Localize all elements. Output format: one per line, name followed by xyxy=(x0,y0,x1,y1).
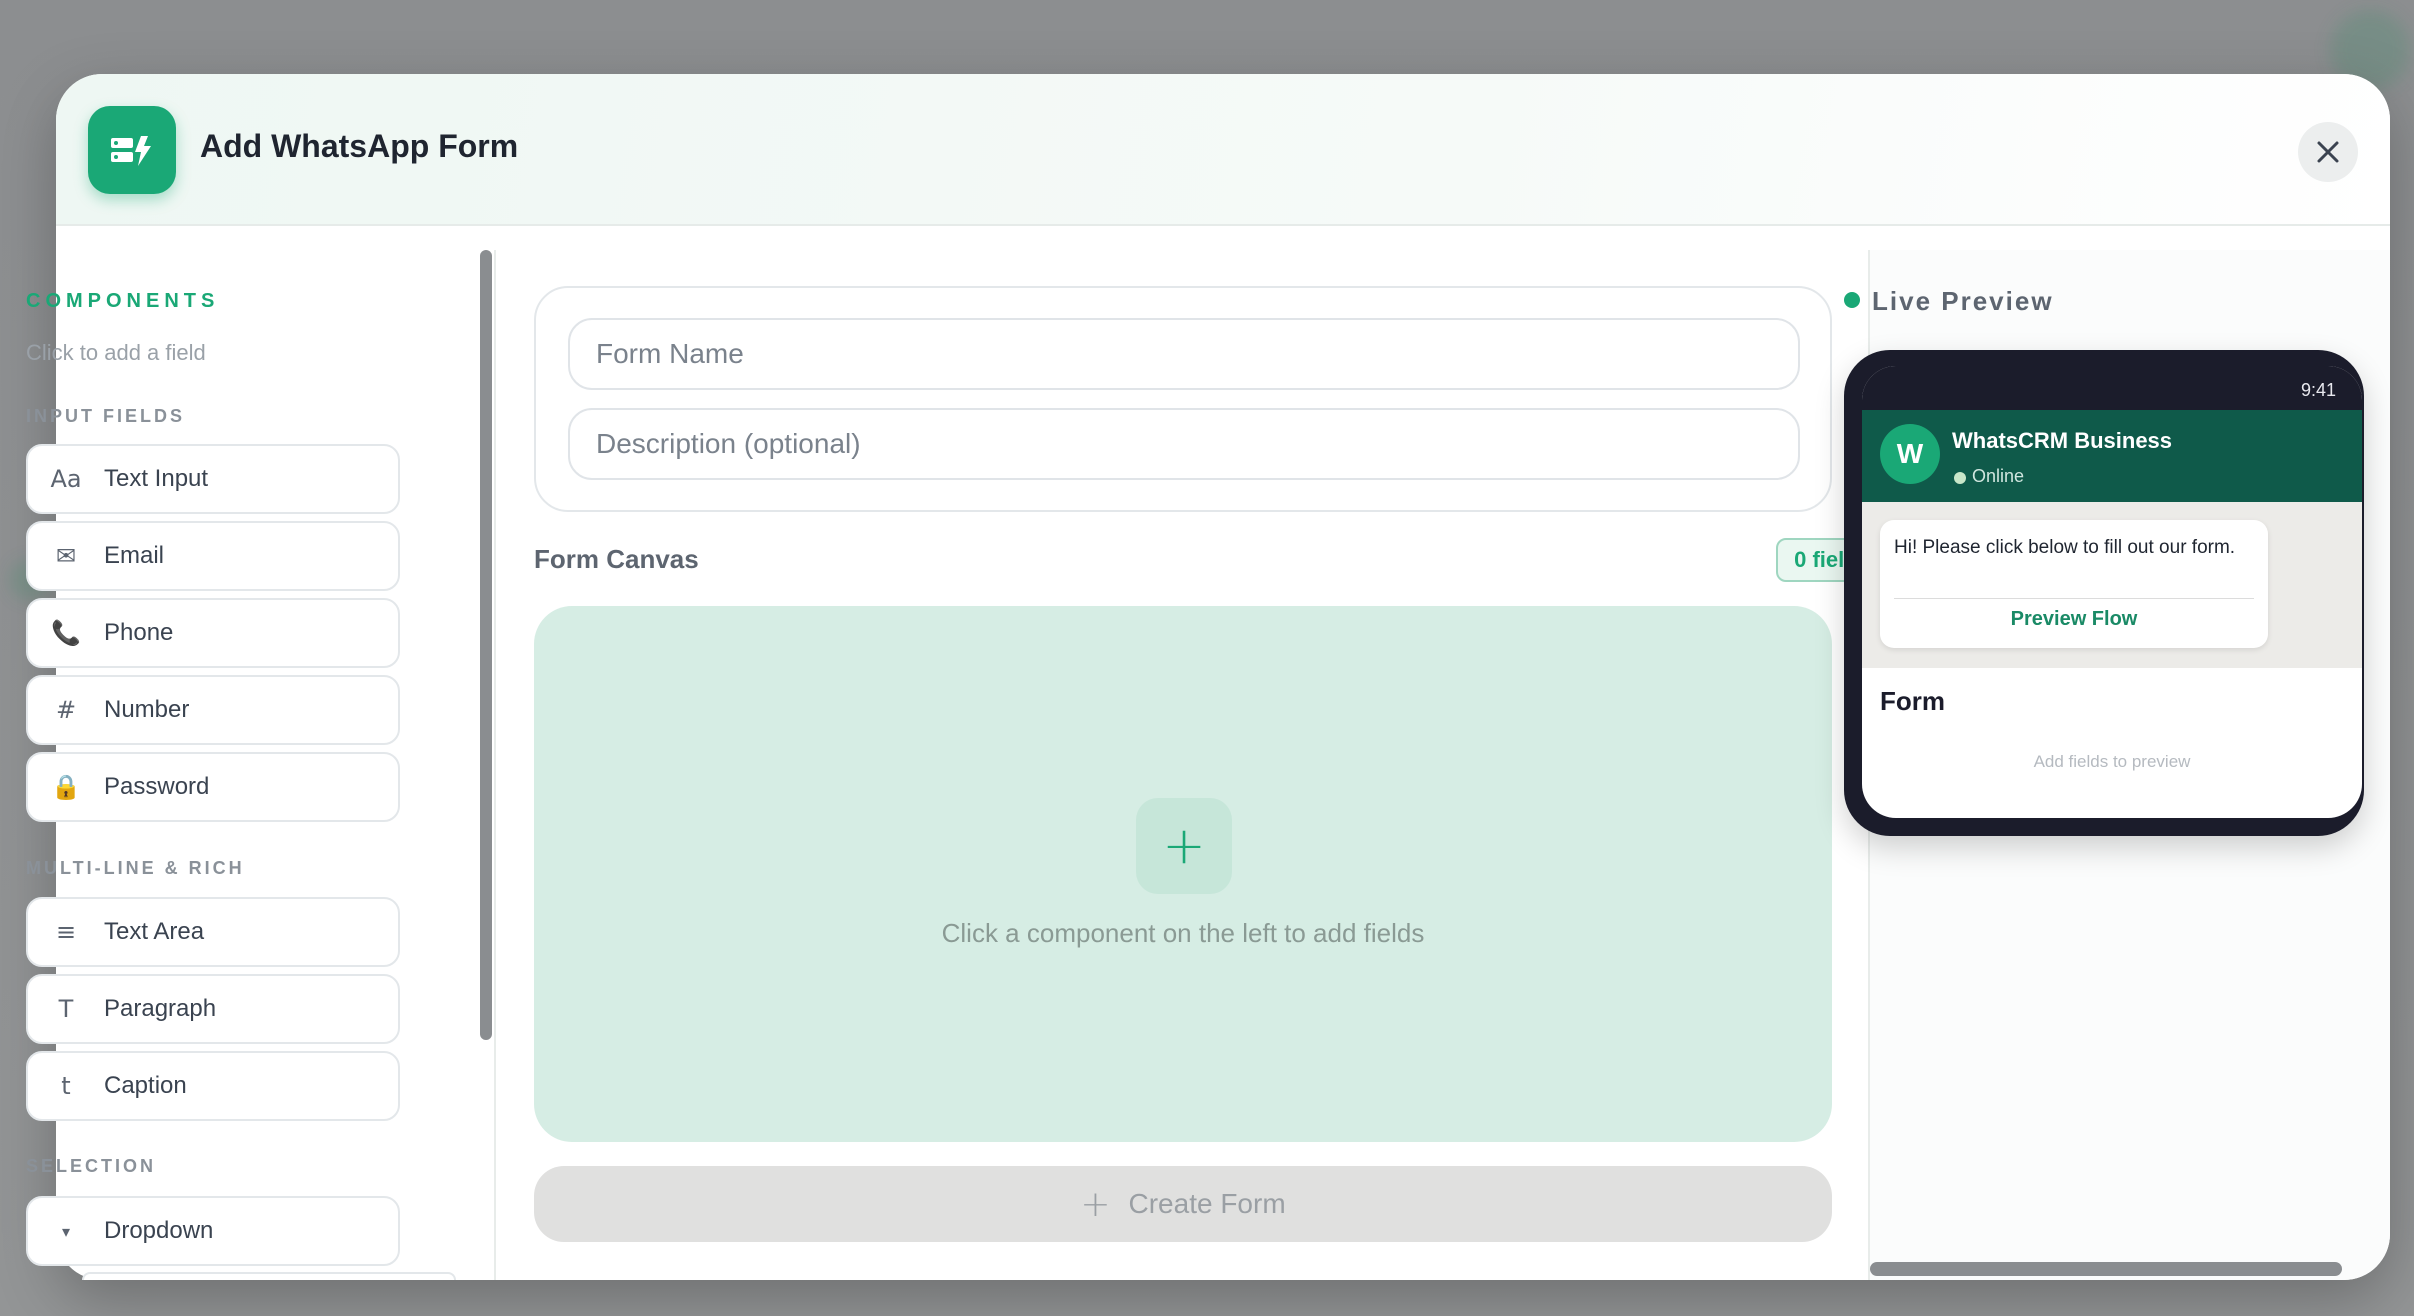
message-bubble: Hi! Please click below to fill out our f… xyxy=(1880,520,2268,648)
paragraph-icon: T xyxy=(58,995,74,1023)
group-label-multiline-rich: MULTI-LINE & RICH xyxy=(26,858,245,878)
sidebar-scrollbar[interactable] xyxy=(480,250,492,1040)
component-label: Password xyxy=(104,773,210,800)
group-label-input-fields: INPUT FIELDS xyxy=(26,406,186,426)
caption-icon: t xyxy=(61,1072,71,1100)
group-label-selection: SELECTION xyxy=(26,1156,157,1176)
components-heading: COMPONENTS xyxy=(26,290,220,312)
form-name-input[interactable] xyxy=(568,318,1800,390)
component-label: Email xyxy=(104,542,165,569)
component-number[interactable]: # Number xyxy=(26,675,400,745)
component-label: Paragraph xyxy=(104,995,217,1022)
chat-area: Hi! Please click below to fill out our f… xyxy=(1862,502,2362,668)
number-icon: # xyxy=(55,696,77,724)
message-text: Hi! Please click below to fill out our f… xyxy=(1894,537,2236,558)
close-icon xyxy=(2317,141,2339,163)
component-password[interactable]: 🔒 Password xyxy=(26,752,400,822)
component-partial xyxy=(82,1272,456,1280)
status-time: 9:41 xyxy=(2300,380,2336,400)
form-canvas-label: Form Canvas xyxy=(534,544,699,574)
online-status: Online xyxy=(1972,466,2025,486)
bubble-divider xyxy=(1894,598,2254,599)
phone-mockup: 9:41 W WhatsCRM Business Online Hi! Plea… xyxy=(1844,350,2364,836)
preview-flow-button[interactable]: Preview Flow xyxy=(1880,608,2268,631)
form-lightning-icon xyxy=(88,106,176,194)
phone-screen: 9:41 W WhatsCRM Business Online Hi! Plea… xyxy=(1862,366,2362,818)
online-dot xyxy=(1954,472,1966,484)
text-input-icon: Aa xyxy=(50,465,82,493)
component-email[interactable]: ✉ Email xyxy=(26,521,400,591)
form-description-input[interactable] xyxy=(568,408,1800,480)
modal-title: Add WhatsApp Form xyxy=(200,128,519,164)
preview-empty-text: Add fields to preview xyxy=(2033,752,2191,771)
plus-icon: + xyxy=(1080,1183,1111,1225)
text-area-icon: ≡ xyxy=(55,918,77,946)
lock-icon: 🔒 xyxy=(51,773,81,801)
component-label: Text Input xyxy=(104,465,209,492)
live-preview-title: Live Preview xyxy=(1872,286,2054,316)
avatar: W xyxy=(1880,424,1940,484)
component-paragraph[interactable]: T Paragraph xyxy=(26,974,400,1044)
component-label: Text Area xyxy=(104,918,205,945)
close-button[interactable] xyxy=(2298,122,2358,182)
modal-header: Add WhatsApp Form xyxy=(56,74,2390,226)
create-form-button[interactable]: + Create Form xyxy=(534,1166,1832,1242)
email-icon: ✉ xyxy=(55,542,77,570)
business-name: WhatsCRM Business xyxy=(1952,428,2173,453)
component-label: Caption xyxy=(104,1072,187,1099)
phone-icon: 📞 xyxy=(51,619,81,647)
canvas-empty-hint: Click a component on the left to add fie… xyxy=(941,918,1425,948)
form-details-card xyxy=(534,286,1832,512)
preview-horizontal-scrollbar[interactable] xyxy=(1870,1262,2342,1276)
form-canvas-dropzone[interactable]: + Click a component on the left to add f… xyxy=(534,606,1832,1142)
chat-header: W WhatsCRM Business Online xyxy=(1862,410,2362,502)
components-subheading: Click to add a field xyxy=(26,340,206,365)
component-text-area[interactable]: ≡ Text Area xyxy=(26,897,400,967)
dropdown-icon: ▾ xyxy=(61,1221,71,1241)
component-label: Phone xyxy=(104,619,174,646)
preview-form-heading: Form xyxy=(1880,686,1945,716)
component-phone[interactable]: 📞 Phone xyxy=(26,598,400,668)
component-dropdown[interactable]: ▾ Dropdown xyxy=(26,1196,400,1266)
plus-icon: + xyxy=(1136,798,1232,894)
create-form-label: Create Form xyxy=(1128,1188,1286,1219)
component-text-input[interactable]: Aa Text Input xyxy=(26,444,400,514)
component-label: Number xyxy=(104,696,190,723)
live-status-dot xyxy=(1844,292,1860,308)
component-label: Dropdown xyxy=(104,1217,214,1244)
phone-status-bar: 9:41 xyxy=(1862,366,2362,410)
component-caption[interactable]: t Caption xyxy=(26,1051,400,1121)
